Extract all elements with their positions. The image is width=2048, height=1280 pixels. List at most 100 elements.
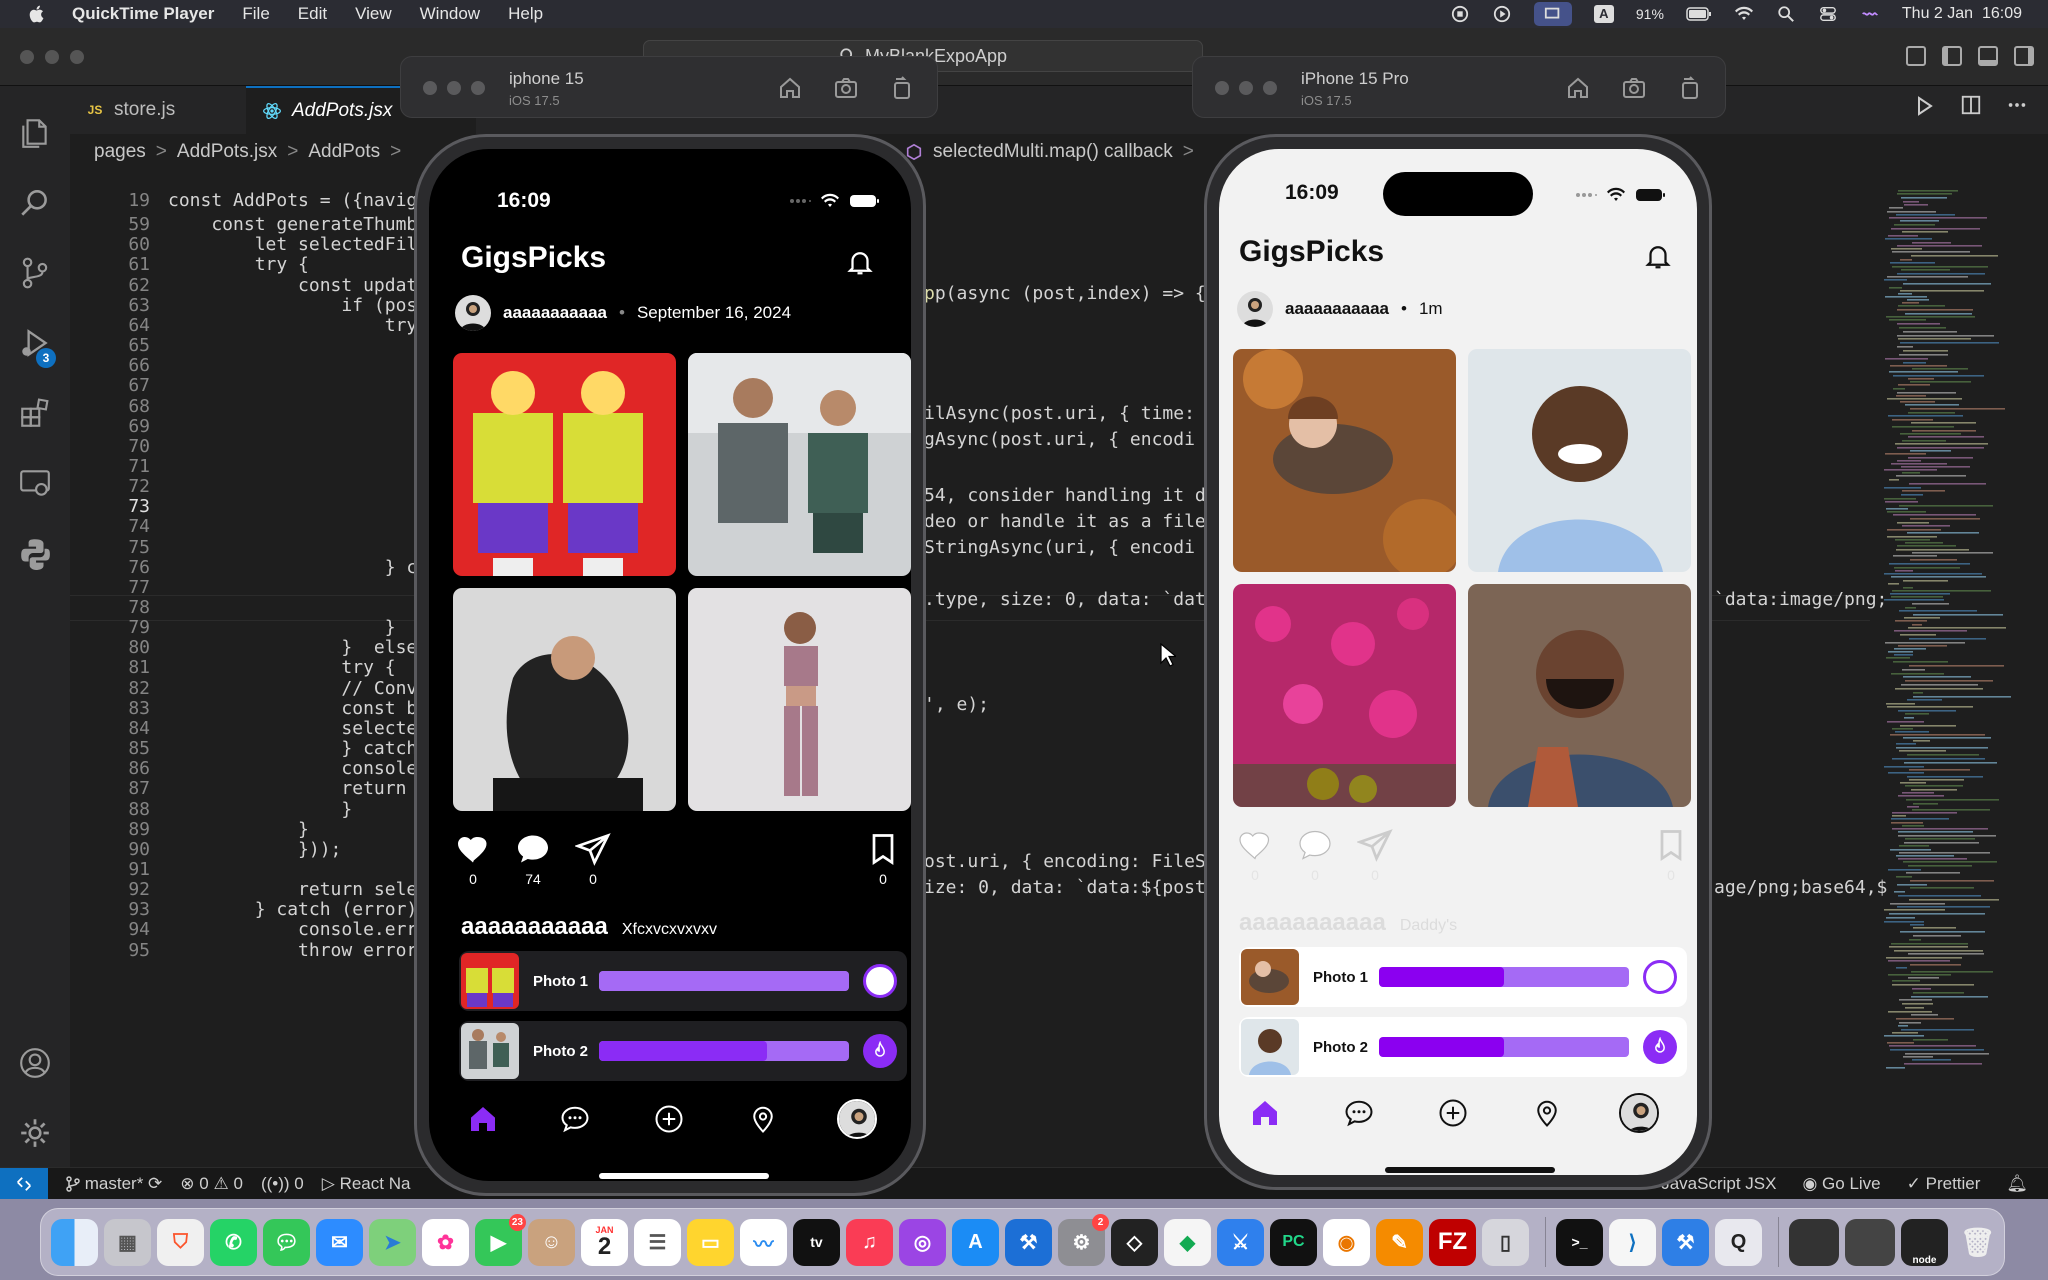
menu-bar-clock[interactable]: Thu 2 Jan 16:09 <box>1902 5 2022 23</box>
notification-bell-icon[interactable] <box>845 247 875 277</box>
save-action[interactable]: 0 <box>1651 827 1691 883</box>
podcasts-icon[interactable]: ◎ <box>899 1218 946 1266</box>
menu-view[interactable]: View <box>355 4 392 24</box>
rotate-device-icon[interactable] <box>1677 75 1703 101</box>
maps-icon[interactable]: ➤ <box>369 1218 416 1266</box>
input-source-indicator[interactable]: A <box>1593 5 1614 23</box>
minimize-window-button[interactable] <box>45 50 59 64</box>
mail-icon[interactable]: ✉ <box>316 1218 363 1266</box>
xcode-instruments-icon[interactable]: ⚒ <box>1662 1218 1709 1266</box>
control-center-icon[interactable] <box>1818 5 1838 23</box>
toggle-panel-icon[interactable] <box>1978 46 1998 66</box>
photo-tile[interactable] <box>453 353 676 576</box>
python-icon[interactable] <box>18 536 52 570</box>
simulator-window-thumbnail[interactable] <box>1789 1218 1839 1266</box>
remote-explorer-icon[interactable] <box>18 466 52 500</box>
window-thumbnail[interactable] <box>1845 1218 1895 1266</box>
like-action[interactable]: 0 <box>1235 827 1275 883</box>
toggle-secondary-sidebar-icon[interactable] <box>2014 46 2034 66</box>
pycharm-icon[interactable]: PC <box>1270 1218 1317 1266</box>
home-indicator[interactable] <box>1385 1167 1555 1173</box>
app-name-menu[interactable]: QuickTime Player <box>72 4 214 24</box>
prettier-status[interactable]: ✓ Prettier <box>1907 1174 1981 1194</box>
tab-location[interactable] <box>743 1099 783 1139</box>
post-username[interactable]: aaaaaaaaaaa <box>503 303 607 323</box>
zoom-window-button[interactable] <box>471 81 485 95</box>
notification-bell-icon[interactable] <box>1643 241 1673 271</box>
photo-tile[interactable] <box>1233 584 1456 807</box>
tab-create[interactable] <box>1433 1093 1473 1133</box>
screenshot-camera-icon[interactable] <box>833 75 859 101</box>
toggle-primary-sidebar-icon[interactable] <box>1942 46 1962 66</box>
vote-radio-button[interactable] <box>1643 960 1677 994</box>
messages-icon[interactable]: 💬︎ <box>263 1218 310 1266</box>
post-username[interactable]: aaaaaaaaaaa <box>1285 299 1389 319</box>
quicktime-icon[interactable]: Q <box>1715 1218 1762 1266</box>
photo-tile[interactable] <box>453 588 676 811</box>
caption-username[interactable]: aaaaaaaaaaa <box>1239 909 1386 937</box>
tab-create[interactable] <box>649 1099 689 1139</box>
zoom-window-button[interactable] <box>70 50 84 64</box>
freeform-icon[interactable]: 〰 <box>740 1218 787 1266</box>
finder-icon[interactable] <box>51 1218 98 1266</box>
spotlight-icon[interactable] <box>1776 5 1796 23</box>
photo-tile[interactable] <box>1468 349 1691 572</box>
go-live-button[interactable]: ◉ Go Live <box>1802 1174 1880 1194</box>
siri-icon[interactable] <box>1860 5 1880 23</box>
contacts-icon[interactable]: ☺ <box>528 1218 575 1266</box>
git-branch-status[interactable]: master* ⟳ <box>66 1174 162 1194</box>
source-control-icon[interactable] <box>18 256 52 290</box>
photo-tile[interactable] <box>688 588 911 811</box>
menu-help[interactable]: Help <box>508 4 543 24</box>
sync-icon[interactable]: ⟳ <box>148 1174 162 1193</box>
system-settings-icon[interactable]: ⚙ 2 <box>1058 1213 1109 1266</box>
photo-tile[interactable] <box>1468 584 1691 807</box>
share-action[interactable]: 0 <box>573 831 613 887</box>
breadcrumb-item-component[interactable]: AddPots <box>308 141 380 163</box>
tab-home[interactable] <box>463 1099 503 1139</box>
rotate-device-icon[interactable] <box>889 75 915 101</box>
photo-tile[interactable] <box>1233 349 1456 572</box>
minimize-window-button[interactable] <box>447 81 461 95</box>
simulator-icon[interactable]: ▯ <box>1482 1218 1529 1266</box>
screenshot-camera-icon[interactable] <box>1621 75 1647 101</box>
trash-icon[interactable]: 🗑︎ <box>1954 1219 2001 1266</box>
poll-option[interactable]: Photo 2 <box>1239 1017 1687 1077</box>
home-icon[interactable] <box>1565 75 1591 101</box>
notes-icon[interactable]: ▭ <box>687 1218 734 1266</box>
blender-icon[interactable]: ◉ <box>1323 1218 1370 1266</box>
accounts-icon[interactable] <box>18 1046 52 1080</box>
search-icon[interactable] <box>18 186 52 220</box>
mongodb-compass-icon[interactable]: ◆ <box>1164 1218 1211 1266</box>
like-action[interactable]: 0 <box>453 831 493 887</box>
home-indicator[interactable] <box>599 1173 769 1179</box>
customize-layout-icon[interactable] <box>1906 46 1926 66</box>
run-status[interactable]: ▷ React Na <box>322 1174 411 1194</box>
photo-tile[interactable] <box>688 353 911 576</box>
run-code-icon[interactable] <box>1912 94 1936 118</box>
caption-username[interactable]: aaaaaaaaaaa <box>461 913 608 941</box>
close-window-button[interactable] <box>1215 81 1229 95</box>
user-avatar[interactable] <box>455 295 491 331</box>
breadcrumb-item-callback[interactable]: selectedMulti.map() callback <box>933 141 1173 163</box>
brave-browser-icon[interactable]: ⛉ <box>157 1218 204 1266</box>
split-editor-icon[interactable] <box>1960 94 1982 116</box>
unity-icon[interactable]: ◇ <box>1111 1218 1158 1266</box>
xcode-icon[interactable]: ⚒ <box>1005 1218 1052 1266</box>
user-avatar[interactable] <box>1237 291 1273 327</box>
tab-location[interactable] <box>1527 1093 1567 1133</box>
pages-icon[interactable]: ✎ <box>1376 1218 1423 1266</box>
save-action[interactable]: 0 <box>863 831 903 887</box>
vscode-icon[interactable]: ⟩ <box>1609 1218 1656 1266</box>
tab-profile[interactable] <box>1619 1093 1659 1133</box>
apple-tv-icon[interactable]: tv <box>793 1218 840 1266</box>
explorer-icon[interactable] <box>18 116 52 150</box>
iphone15-screen[interactable]: 16:09 GigsPicks aaaaaaaaaaa • September … <box>429 149 911 1181</box>
node-terminal-thumbnail[interactable]: node <box>1901 1218 1948 1266</box>
filezilla-icon[interactable]: FZ <box>1429 1218 1476 1266</box>
comment-action[interactable]: 0 <box>1295 827 1335 883</box>
manage-gear-icon[interactable] <box>18 1116 52 1150</box>
breadcrumb-item-pages[interactable]: pages <box>94 141 146 163</box>
calendar-icon[interactable]: JAN 2 <box>581 1218 628 1266</box>
terminal-icon[interactable]: >_ <box>1556 1218 1603 1266</box>
